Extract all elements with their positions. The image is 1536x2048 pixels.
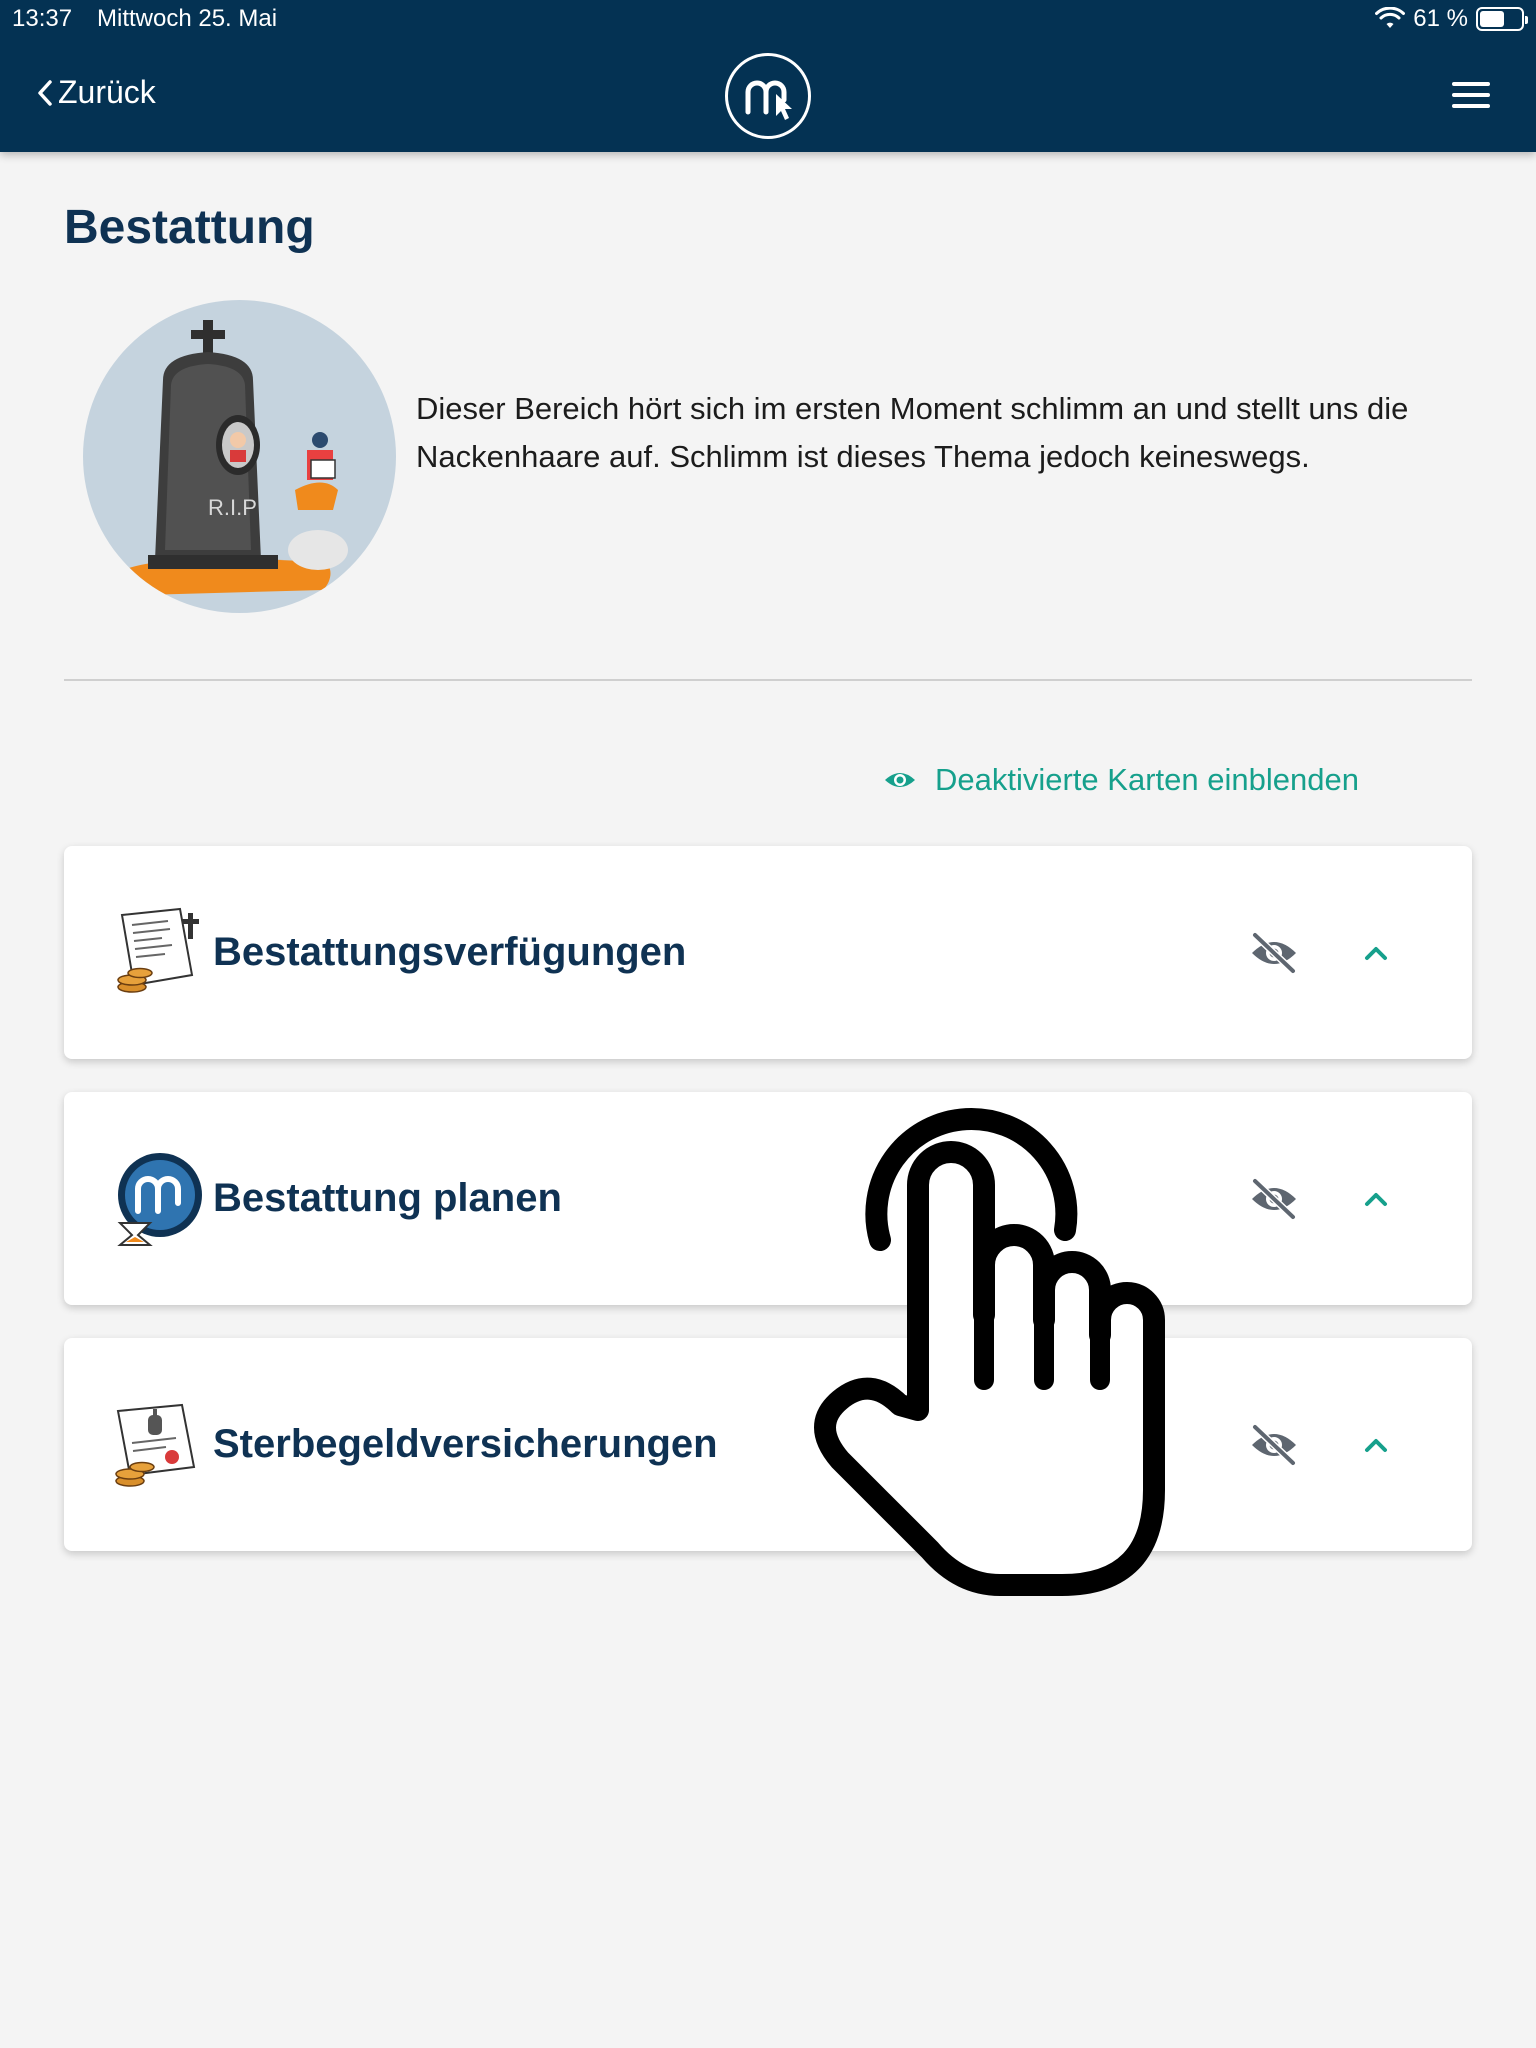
show-deactivated-cards-button[interactable]: Deaktivierte Karten einblenden bbox=[883, 762, 1359, 798]
rip-label: R.I.P bbox=[208, 495, 257, 520]
brand-hourglass-icon bbox=[110, 1151, 206, 1247]
card-title: Bestattungsverfügungen bbox=[213, 930, 687, 974]
divider bbox=[64, 679, 1472, 681]
battery-level bbox=[1480, 11, 1505, 27]
status-date: Mittwoch 25. Mai bbox=[97, 5, 278, 32]
back-button[interactable]: Zurück bbox=[36, 74, 156, 111]
hamburger-menu-icon[interactable] bbox=[1452, 82, 1490, 110]
card-bestattungsverfuegungen[interactable]: Bestattungsverfügungen bbox=[64, 846, 1472, 1059]
chevron-up-icon[interactable] bbox=[1354, 1423, 1398, 1467]
status-indicators: 61 % bbox=[1375, 5, 1528, 33]
battery-icon bbox=[1476, 7, 1528, 31]
eye-off-icon[interactable] bbox=[1249, 1177, 1299, 1221]
chevron-left-icon bbox=[38, 79, 52, 106]
eye-off-icon[interactable] bbox=[1249, 1423, 1299, 1467]
funeral-document-icon bbox=[110, 905, 206, 1001]
page-title: Bestattung bbox=[64, 201, 315, 254]
show-deactivated-label: Deaktivierte Karten einblenden bbox=[935, 762, 1359, 797]
card-sterbegeldversicherungen[interactable]: Sterbegeldversicherungen bbox=[64, 1338, 1472, 1551]
chevron-up-icon[interactable] bbox=[1354, 931, 1398, 975]
card-title: Bestattung planen bbox=[213, 1176, 562, 1220]
status-time: 13:37 bbox=[12, 5, 73, 32]
tombstone-illustration: R.I.P bbox=[83, 300, 396, 613]
wifi-icon bbox=[1375, 7, 1406, 28]
back-label: Zurück bbox=[58, 74, 156, 110]
eye-off-icon[interactable] bbox=[1249, 931, 1299, 975]
card-bestattung-planen[interactable]: Bestattung planen bbox=[64, 1092, 1472, 1305]
insurance-certificate-icon bbox=[110, 1397, 206, 1493]
eye-icon bbox=[885, 773, 915, 787]
logo-mark bbox=[745, 80, 792, 120]
app-header: 13:37 Mittwoch 25. Mai 61 % Zurück bbox=[0, 0, 1536, 152]
card-title: Sterbegeldversicherungen bbox=[213, 1422, 718, 1466]
battery-percent: 61 % bbox=[1413, 5, 1468, 32]
intro-text: Dieser Bereich hört sich im ersten Momen… bbox=[416, 391, 1409, 474]
chevron-up-icon[interactable] bbox=[1354, 1177, 1398, 1221]
brand-logo-icon[interactable] bbox=[725, 53, 811, 139]
